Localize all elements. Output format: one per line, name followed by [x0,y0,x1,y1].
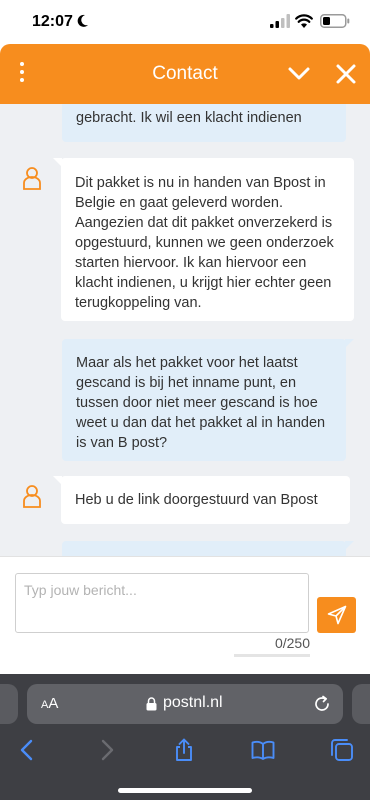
reload-icon[interactable] [313,695,331,713]
send-icon [327,605,347,625]
address-bar[interactable]: AA postnl.nl [27,684,343,724]
user-message: Maar als het pakket voor het laatst gesc… [62,339,354,461]
battery-icon [320,14,350,28]
moon-icon [77,14,88,27]
forward-icon[interactable] [95,738,119,762]
reader-options-button[interactable]: AA [41,695,58,712]
home-indicator [118,788,252,793]
share-icon[interactable] [172,738,196,762]
agent-message: Dit pakket is nu in handen van Bpost in … [53,158,354,321]
browser-toolbar: AA postnl.nl [0,674,370,800]
wifi-icon [295,14,313,28]
status-time: 12:07 [32,13,73,30]
next-tab-preview[interactable] [352,684,370,724]
status-bar: 12:07 [0,0,370,46]
bookmarks-icon[interactable] [251,738,275,762]
lock-icon [146,697,157,711]
message-text: gebracht. Ik wil een klacht indienen [76,110,302,126]
message-text: Maar als het pakket voor het laatst gesc… [76,355,326,451]
user-message-partial [62,541,354,556]
message-input[interactable] [15,573,309,633]
chat-transcript[interactable]: gebracht. Ik wil een klacht indienen Dit… [0,104,370,556]
close-icon[interactable] [335,63,357,85]
character-counter: 0/250 [274,635,310,651]
tabs-icon[interactable] [330,738,354,762]
previous-tab-preview[interactable] [0,684,18,724]
url-text: postnl.nl [163,694,223,711]
chevron-down-icon[interactable] [287,64,311,84]
agent-avatar-icon [23,167,41,190]
user-message: gebracht. Ik wil een klacht indienen [62,104,346,142]
send-button[interactable] [317,597,356,633]
counter-progress-track [234,654,310,657]
message-text: Dit pakket is nu in handen van Bpost in … [75,175,334,311]
signal-icon [270,14,290,28]
chat-title: Contact [152,63,218,84]
message-composer: 0/250 [0,556,370,674]
message-text: Heb u de link doorgestuurd van Bpost [75,492,318,508]
back-icon[interactable] [15,738,39,762]
chat-header: Contact [0,44,370,104]
agent-avatar-icon [23,485,41,508]
agent-message: Heb u de link doorgestuurd van Bpost [53,476,350,524]
